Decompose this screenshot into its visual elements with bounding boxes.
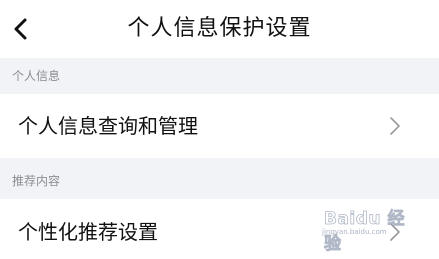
top-bar: 个人信息保护设置 xyxy=(0,0,439,58)
list-item-label: 个性化推荐设置 xyxy=(18,220,158,244)
section-label-personal-info: 个人信息 xyxy=(12,69,61,83)
chevron-right-icon xyxy=(389,116,401,136)
section-label-recommended-content: 推荐内容 xyxy=(12,174,61,188)
list-item-label: 个人信息查询和管理 xyxy=(18,114,198,138)
chevron-right-icon xyxy=(389,222,401,242)
list-item-personal-info-management[interactable]: 个人信息查询和管理 xyxy=(0,94,439,158)
page-title: 个人信息保护设置 xyxy=(127,16,312,41)
list-item-personalized-recommendation[interactable]: 个性化推荐设置 xyxy=(0,199,439,259)
